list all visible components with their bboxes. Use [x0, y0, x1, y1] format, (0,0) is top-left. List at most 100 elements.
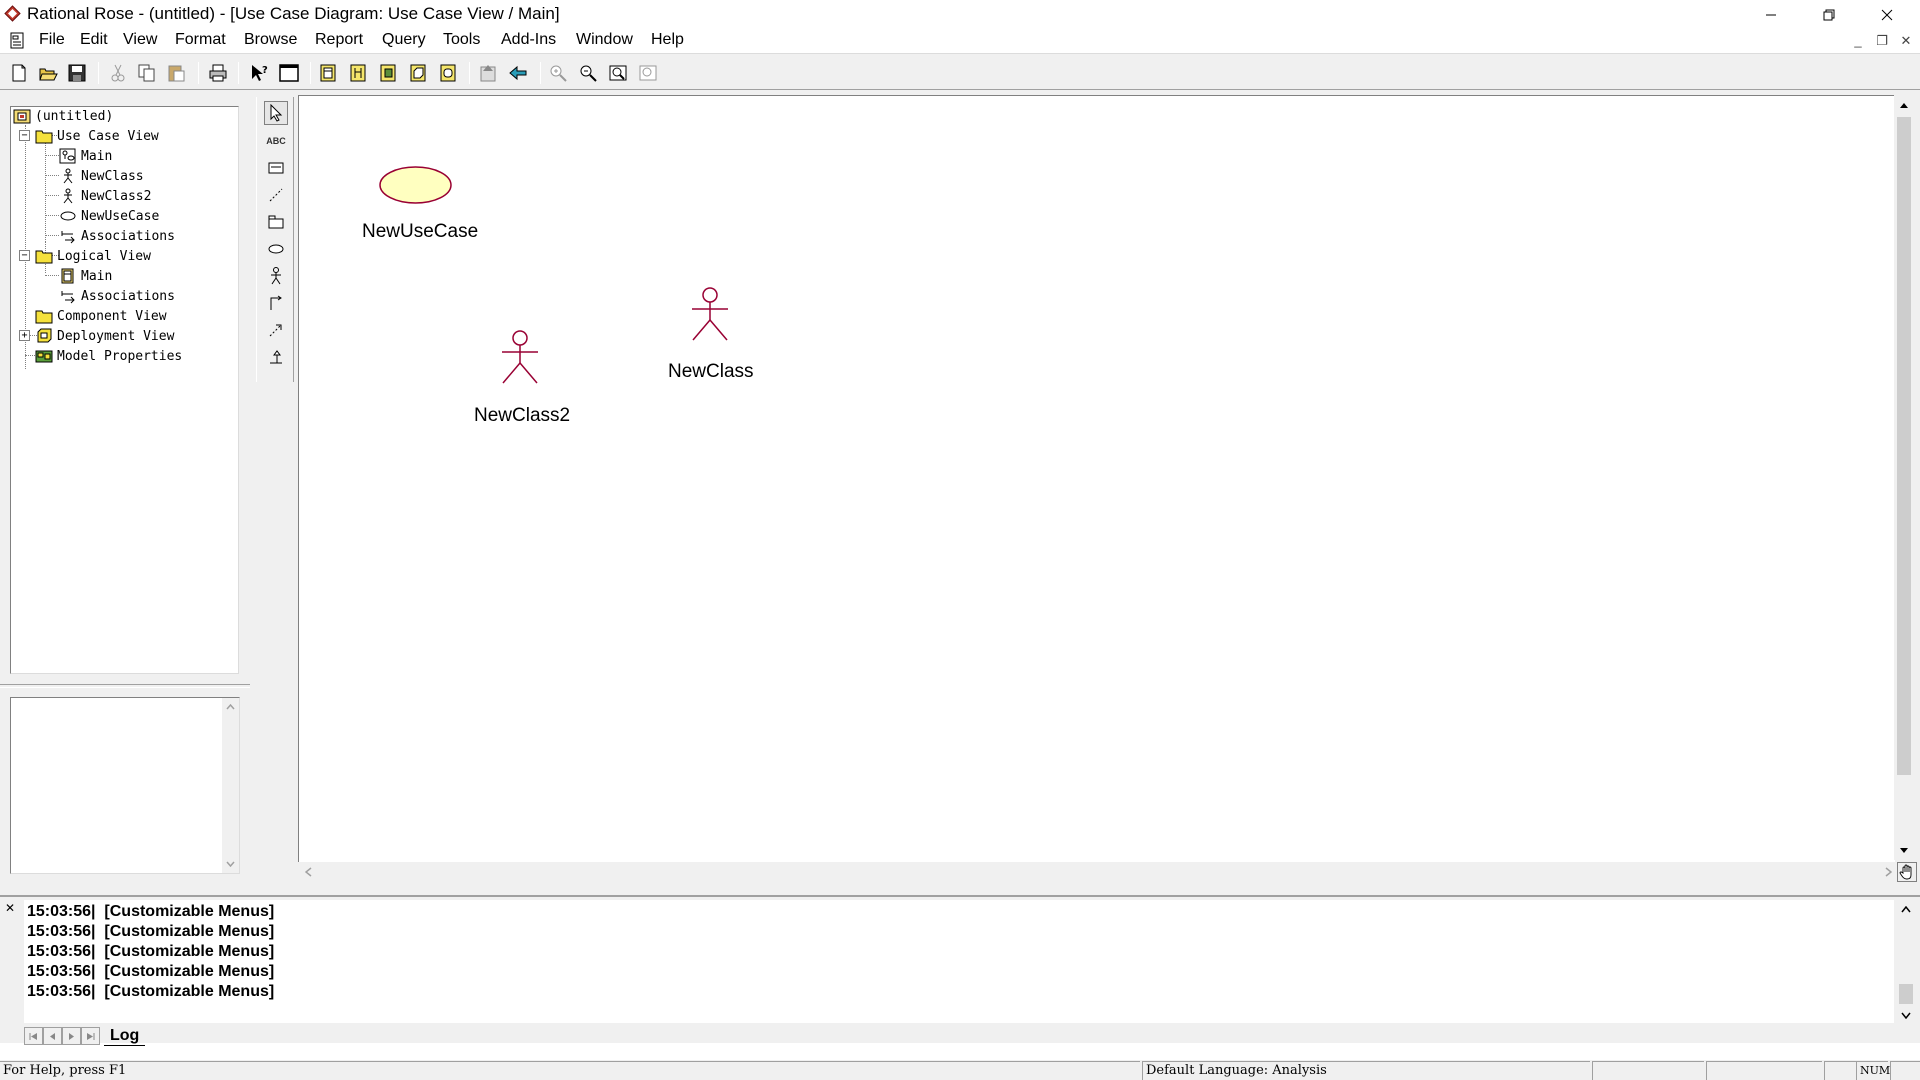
new-button[interactable]	[9, 63, 29, 83]
tree-item-newclass2[interactable]: NewClass2	[59, 187, 151, 205]
fit-in-window-button[interactable]	[608, 63, 628, 83]
selection-tool-button[interactable]	[264, 101, 288, 125]
browse-interaction-diagram-button[interactable]	[348, 63, 368, 83]
browse-previous-diagram-button[interactable]	[508, 63, 528, 83]
tree-item-component-view[interactable]: Component View	[35, 307, 167, 325]
menu-window[interactable]: Window	[576, 31, 633, 49]
browse-parent-button[interactable]	[478, 63, 498, 83]
tree-item-logical-view[interactable]: Logical View	[35, 247, 151, 265]
open-button[interactable]	[38, 63, 58, 83]
associations-icon	[61, 231, 75, 244]
tree-item-use-case-view[interactable]: Use Case View	[35, 127, 159, 145]
tree-item-logical-main[interactable]: Main	[59, 267, 112, 285]
browse-state-diagram-button[interactable]	[438, 63, 458, 83]
print-button[interactable]	[208, 63, 228, 83]
tree-item-root[interactable]: (untitled)	[13, 107, 113, 125]
menu-format[interactable]: Format	[175, 31, 226, 49]
text-box-tool-button[interactable]: ABC	[264, 129, 288, 153]
browser-splitter[interactable]	[0, 684, 250, 688]
canvas-vertical-scroll-thumb[interactable]	[1897, 117, 1911, 775]
scroll-up-icon	[1901, 906, 1911, 913]
menu-tools[interactable]: Tools	[443, 31, 480, 49]
tree-item-use-case-main[interactable]: Main	[59, 147, 112, 165]
scroll-right-button[interactable]	[1878, 862, 1898, 882]
menu-query[interactable]: Query	[382, 31, 426, 49]
menu-help[interactable]: Help	[651, 31, 684, 49]
next-tab-button[interactable]	[62, 1027, 81, 1045]
menu-browse[interactable]: Browse	[244, 31, 297, 49]
documentation-pane[interactable]	[10, 697, 240, 874]
browse-class-diagram-button[interactable]	[318, 63, 338, 83]
use-case-tool-button[interactable]	[264, 237, 288, 261]
undo-fit-icon	[639, 65, 657, 81]
tree-collapse-toggle[interactable]: −	[19, 130, 30, 141]
documentation-scrollbar[interactable]	[222, 698, 239, 873]
menu-add-ins[interactable]: Add-Ins	[501, 31, 556, 49]
dependency-tool-button[interactable]	[264, 318, 288, 342]
log-scroll-thumb[interactable]	[1899, 984, 1913, 1004]
tree-item-newclass[interactable]: NewClass	[59, 167, 144, 185]
paste-button[interactable]	[166, 63, 186, 83]
menu-view[interactable]: View	[123, 31, 157, 49]
actor-icon	[271, 267, 281, 285]
zoom-out-icon	[580, 65, 597, 82]
save-button[interactable]	[67, 63, 87, 83]
scroll-up-button[interactable]	[1894, 95, 1914, 115]
tree-item-model-properties[interactable]: Model Properties	[35, 347, 182, 365]
canvas-vertical-scrollbar[interactable]	[1894, 95, 1914, 860]
close-button[interactable]	[1858, 0, 1916, 29]
tree-item-use-case-associations[interactable]: Associations	[59, 227, 175, 245]
previous-tab-button[interactable]	[43, 1027, 62, 1045]
scroll-down-button[interactable]	[1894, 840, 1914, 860]
model-properties-icon	[35, 350, 53, 363]
use-case-diagram-canvas[interactable]: NewUseCase NewClass NewClass2	[298, 95, 1895, 865]
copy-button[interactable]	[137, 63, 157, 83]
unidirectional-association-tool-button[interactable]	[264, 291, 288, 315]
log-content[interactable]: 15:03:56| [Customizable Menus] 15:03:56|…	[24, 900, 1894, 1023]
mdi-close-icon[interactable]: ✕	[1898, 34, 1914, 48]
tree-expand-toggle[interactable]: +	[19, 330, 30, 341]
log-close-icon[interactable]: ✕	[5, 902, 15, 914]
minimize-button[interactable]	[1742, 0, 1800, 29]
anchor-note-tool-button[interactable]	[264, 183, 288, 207]
menu-edit[interactable]: Edit	[80, 31, 108, 49]
zoom-in-button[interactable]	[548, 63, 568, 83]
actor-newclass2-figure[interactable]	[499, 330, 541, 385]
document-system-menu-icon[interactable]	[10, 32, 26, 49]
note-tool-button[interactable]	[264, 156, 288, 180]
actor-newclass-figure[interactable]	[689, 287, 731, 342]
menu-report[interactable]: Report	[315, 31, 363, 49]
last-tab-button[interactable]	[81, 1027, 100, 1045]
tree-item-deployment-view[interactable]: Deployment View	[35, 327, 174, 345]
pan-button[interactable]	[1897, 862, 1917, 882]
log-tab[interactable]: Log	[104, 1027, 146, 1046]
package-tool-button[interactable]	[264, 210, 288, 234]
mdi-restore-icon[interactable]: ❐	[1874, 34, 1890, 48]
actor-tool-button[interactable]	[264, 264, 288, 288]
actor-newclass2-label[interactable]: NewClass2	[474, 405, 570, 427]
folder-icon	[35, 130, 53, 144]
actor-newclass-label[interactable]: NewClass	[668, 361, 754, 383]
tree-item-logical-associations[interactable]: Associations	[59, 287, 175, 305]
undo-fit-button[interactable]	[638, 63, 658, 83]
usecase-label[interactable]: NewUseCase	[362, 221, 478, 243]
restore-button[interactable]	[1800, 0, 1858, 29]
cut-button[interactable]	[108, 63, 128, 83]
browse-component-diagram-button[interactable]	[378, 63, 398, 83]
view-documentation-button[interactable]	[279, 63, 299, 83]
generalization-tool-button[interactable]	[264, 345, 288, 369]
canvas-horizontal-scrollbar[interactable]	[298, 862, 1898, 882]
first-tab-button[interactable]	[24, 1027, 43, 1045]
usecase-ellipse[interactable]	[378, 165, 453, 205]
model-browser-tree[interactable]: (untitled) − Use Case View Main NewClass…	[10, 106, 239, 674]
mdi-minimize-icon[interactable]: _	[1850, 34, 1866, 48]
scroll-left-button[interactable]	[298, 862, 318, 882]
tree-collapse-toggle[interactable]: −	[19, 250, 30, 261]
zoom-out-button[interactable]	[578, 63, 598, 83]
menu-file[interactable]: File	[39, 31, 65, 49]
context-help-button[interactable]: ?	[249, 63, 269, 83]
tree-item-newusecase[interactable]: NewUseCase	[59, 207, 159, 225]
log-vertical-scrollbar[interactable]	[1896, 900, 1916, 1024]
text-tool-icon: ABC	[266, 136, 286, 146]
browse-deployment-diagram-button[interactable]	[408, 63, 428, 83]
